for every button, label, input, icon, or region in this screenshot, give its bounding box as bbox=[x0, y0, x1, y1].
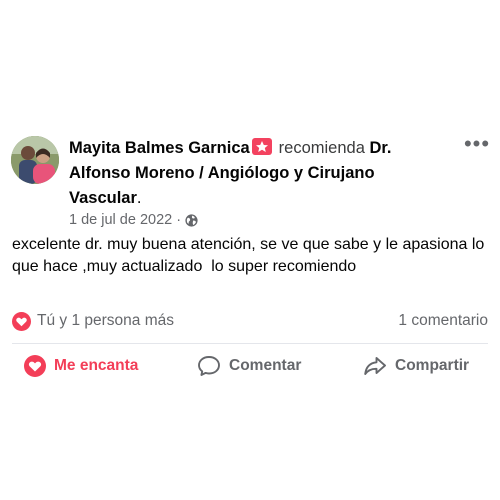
reactions-text: Tú y 1 persona más bbox=[37, 312, 174, 329]
action-bar: Me encanta Comentar Compartir bbox=[0, 352, 500, 380]
top-fan-badge-icon bbox=[251, 138, 272, 155]
comment-button[interactable]: Comentar bbox=[197, 352, 301, 380]
globe-icon[interactable] bbox=[185, 213, 198, 227]
meta-separator: · bbox=[176, 212, 182, 228]
post-meta: 1 de jul de 2022 · bbox=[69, 210, 198, 230]
share-label: Compartir bbox=[395, 357, 470, 374]
target-period: . bbox=[136, 189, 142, 207]
love-button[interactable]: Me encanta bbox=[24, 352, 138, 380]
reactions-summary[interactable]: Tú y 1 persona más bbox=[12, 308, 174, 334]
recommends-verb: recomienda bbox=[278, 139, 365, 157]
divider bbox=[12, 343, 488, 344]
love-label: Me encanta bbox=[54, 357, 139, 374]
more-options-button[interactable]: ••• bbox=[462, 133, 492, 157]
share-arrow-icon bbox=[364, 357, 386, 375]
comment-label: Comentar bbox=[229, 357, 302, 374]
post-body-text: excelente dr. muy buena atención, se ve … bbox=[12, 236, 489, 275]
avatar[interactable] bbox=[11, 136, 59, 184]
heart-reaction-icon bbox=[12, 311, 31, 331]
comments-count-link[interactable]: 1 comentario bbox=[398, 308, 488, 334]
heart-icon bbox=[24, 355, 46, 377]
post-header: Mayita Balmes Garnica recomienda Dr. Alfo… bbox=[69, 136, 419, 211]
comment-bubble-icon bbox=[198, 356, 220, 376]
post-date[interactable]: 1 de jul de 2022 bbox=[69, 210, 172, 230]
share-button[interactable]: Compartir bbox=[363, 352, 469, 380]
recommendation-post: Mayita Balmes Garnica recomienda Dr. Alfo… bbox=[0, 0, 500, 500]
author-name[interactable]: Mayita Balmes Garnica bbox=[69, 139, 250, 157]
